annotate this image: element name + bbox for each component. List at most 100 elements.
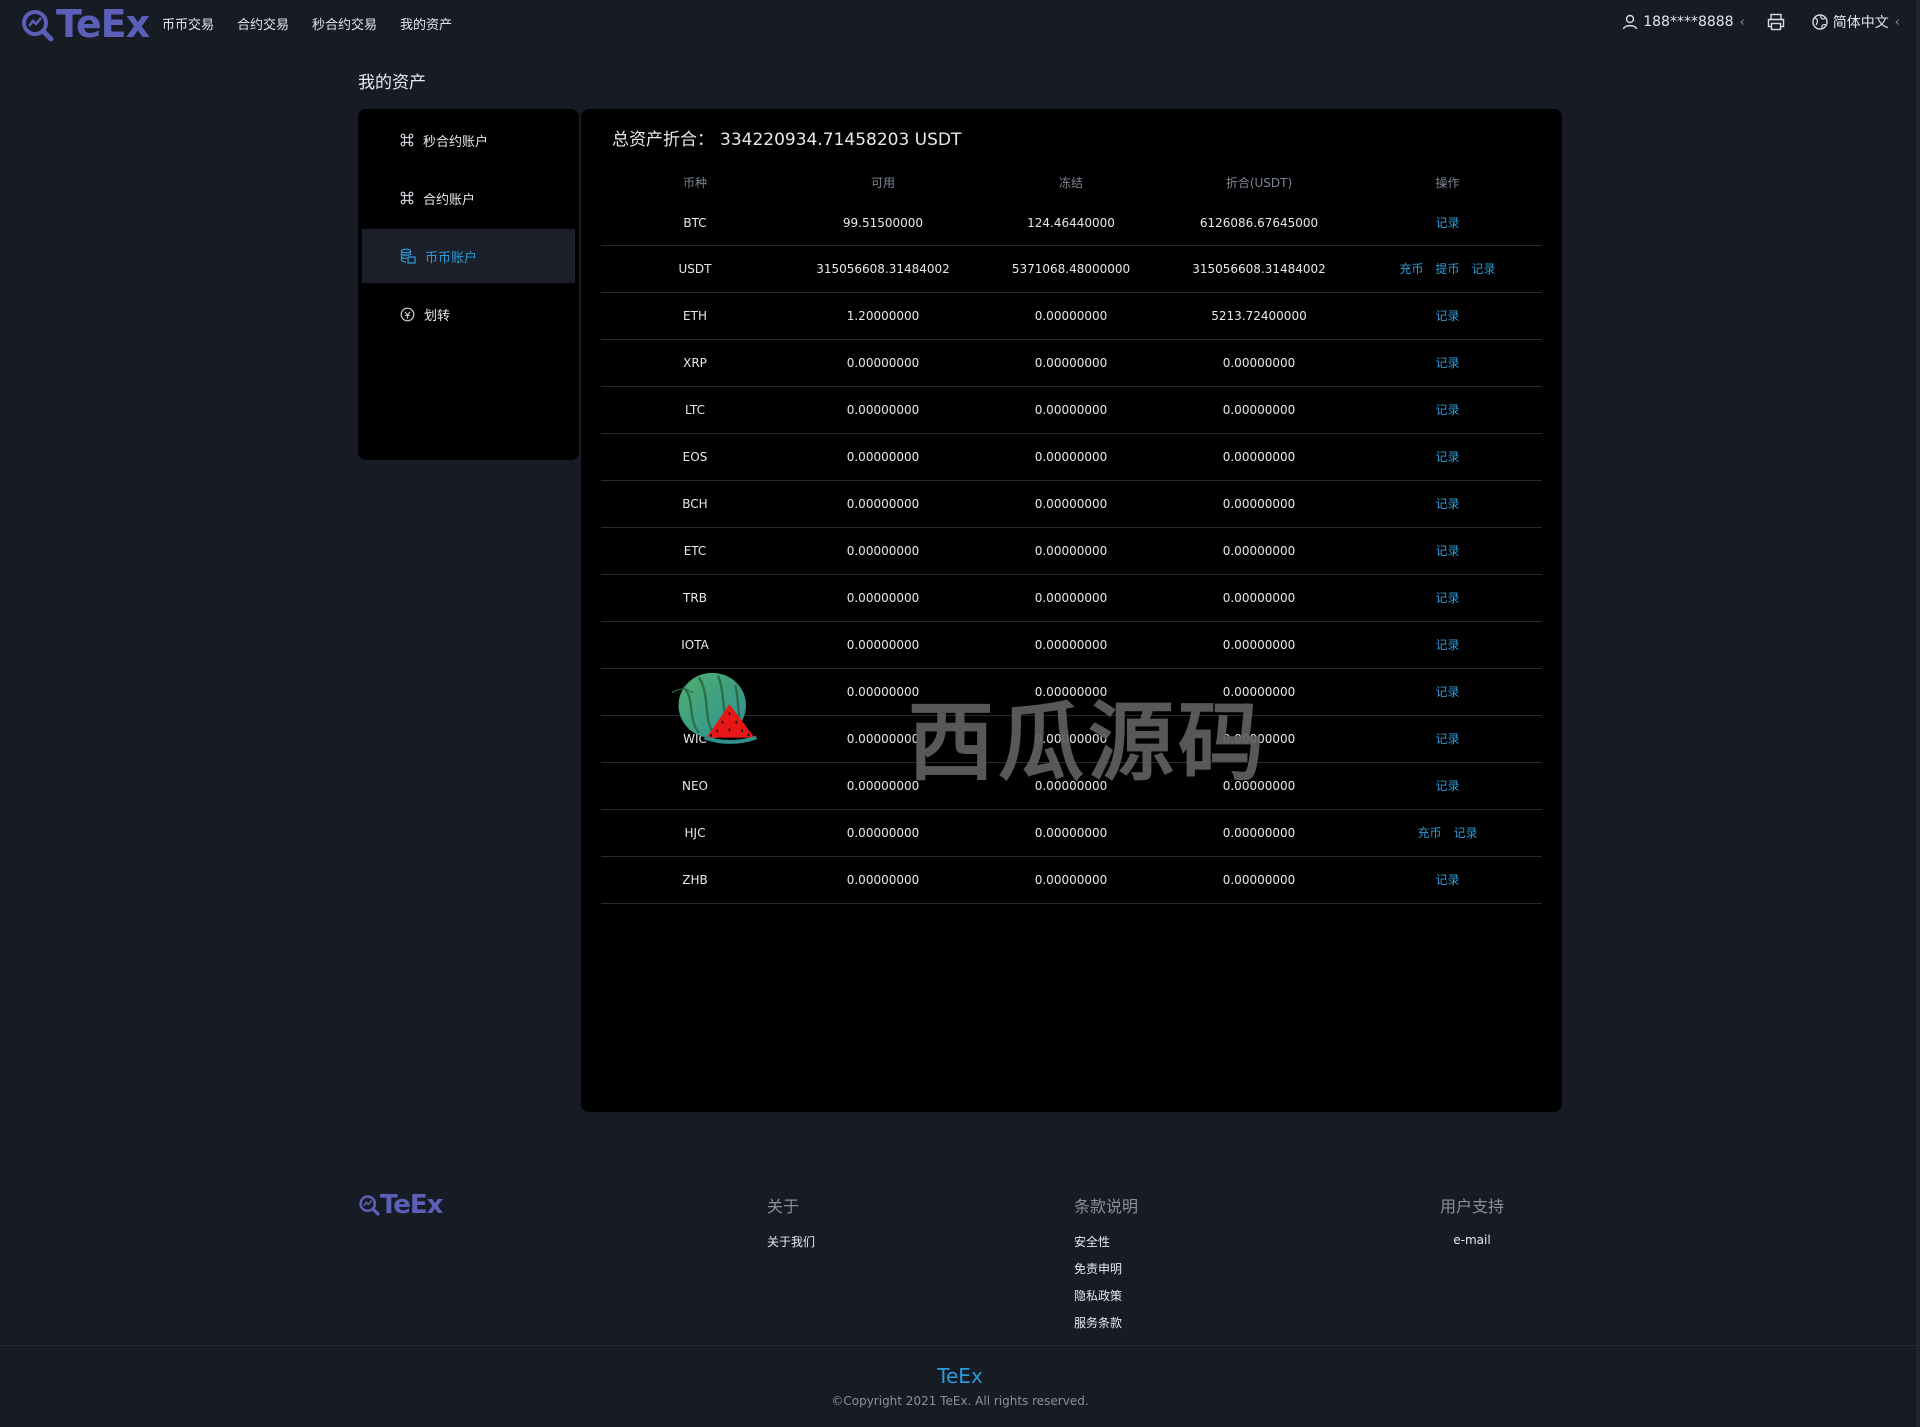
footer-link-disclaimer[interactable]: 免责申明 — [1074, 1260, 1138, 1277]
contract-icon — [400, 191, 414, 205]
frozen-cell: 124.46440000 — [977, 201, 1165, 246]
coin-cell: WIC — [601, 715, 789, 763]
total-assets-value: 334220934.71458203 USDT — [720, 130, 962, 150]
nav-second-contract[interactable]: 秒合约交易 — [312, 14, 377, 33]
language-label: 简体中文 — [1832, 15, 1889, 31]
footer-link-email[interactable]: e-mail — [1440, 1233, 1504, 1247]
asset-panel: 总资产折合： 334220934.71458203 USDT 币种 可用 冻结 折… — [581, 109, 1562, 1112]
record-link[interactable]: 记录 — [1435, 779, 1459, 793]
language-select[interactable]: 简体中文 ‹ — [1812, 12, 1900, 32]
usdt-value-cell: 0.00000000 — [1165, 480, 1353, 528]
available-cell: 0.00000000 — [789, 527, 977, 575]
sidebar-item-transfer[interactable]: 划转 — [362, 287, 575, 341]
nav-spot-trading[interactable]: 币币交易 — [162, 14, 214, 33]
usdt-value-cell: 0.00000000 — [1165, 339, 1353, 387]
usdt-value-cell: 0.00000000 — [1165, 809, 1353, 857]
download-app-button[interactable] — [1767, 13, 1790, 31]
usdt-value-cell: 315056608.31484002 — [1165, 245, 1353, 293]
available-cell: 99.51500000 — [789, 201, 977, 246]
total-assets: 总资产折合： 334220934.71458203 USDT — [612, 125, 961, 150]
deposit-link[interactable]: 充币 — [1417, 826, 1441, 840]
record-link[interactable]: 记录 — [1435, 497, 1459, 511]
record-link[interactable]: 记录 — [1435, 450, 1459, 464]
header-right: 188****8888 ‹ 简体中文 ‹ — [1600, 12, 1900, 32]
actions-cell: 记录 — [1353, 668, 1542, 716]
table-row: ETH 1.20000000 0.00000000 5213.72400000 记录 — [601, 292, 1542, 340]
table-row: HJC 0.00000000 0.00000000 0.00000000 充币 记录 — [601, 809, 1542, 857]
page-scrollbar[interactable] — [1916, 0, 1920, 1427]
asset-table-body: BTC 99.51500000 124.46440000 6126086.676450… — [601, 201, 1542, 904]
frozen-cell: 5371068.48000000 — [977, 245, 1165, 293]
wallet-icon — [400, 248, 416, 264]
sidebar-item-second-contract-account[interactable]: 秒合约账户 — [362, 113, 575, 167]
actions-cell: 记录 — [1353, 621, 1542, 669]
footer-logo[interactable]: TeEx — [358, 1190, 443, 1220]
record-link[interactable]: 记录 — [1435, 356, 1459, 370]
deposit-link[interactable]: 充币 — [1399, 262, 1423, 276]
sidebar-item-spot-account[interactable]: 币币账户 — [362, 229, 575, 283]
nav-my-assets[interactable]: 我的资产 — [400, 14, 452, 33]
footer-column-title: 用户支持 — [1440, 1197, 1505, 1216]
usdt-value-cell: 0.00000000 — [1165, 433, 1353, 481]
coin-cell: LTC — [601, 386, 789, 434]
record-link[interactable]: 记录 — [1454, 826, 1478, 840]
table-row: EOS 0.00000000 0.00000000 0.00000000 记录 — [601, 433, 1542, 481]
actions-cell: 记录 — [1353, 339, 1542, 387]
table-header-row: 币种 可用 冻结 折合(USDT) 操作 — [601, 163, 1542, 201]
table-row: LTC 0.00000000 0.00000000 0.00000000 记录 — [601, 386, 1542, 434]
record-link[interactable]: 记录 — [1435, 638, 1459, 652]
table-row: ZHB 0.00000000 0.00000000 0.00000000 记录 — [601, 856, 1542, 904]
column-header-usdt-value: 折合(USDT) — [1225, 175, 1293, 190]
record-link[interactable]: 记录 — [1435, 216, 1459, 230]
record-link[interactable]: 记录 — [1435, 403, 1459, 417]
user-menu[interactable]: 188****8888 ‹ — [1622, 14, 1745, 30]
coin-cell: IOTA — [601, 621, 789, 669]
record-link[interactable]: 记录 — [1435, 309, 1459, 323]
page-title: 我的资产 — [358, 73, 426, 93]
coin-cell: SN — [601, 668, 789, 716]
footer-link-about-us[interactable]: 关于我们 — [767, 1233, 815, 1250]
record-link[interactable]: 记录 — [1435, 685, 1459, 699]
nav-contract-trading[interactable]: 合约交易 — [237, 14, 289, 33]
usdt-value-cell: 0.00000000 — [1165, 574, 1353, 622]
footer-link-terms[interactable]: 服务条款 — [1074, 1314, 1138, 1331]
table-row: TRB 0.00000000 0.00000000 0.00000000 记录 — [601, 574, 1542, 622]
footer-link-privacy[interactable]: 隐私政策 — [1074, 1287, 1138, 1304]
footer-about-column: 关于 关于我们 — [767, 1193, 815, 1260]
frozen-cell: 0.00000000 — [977, 621, 1165, 669]
table-row: USDT 315056608.31484002 5371068.48000000 31… — [601, 245, 1542, 293]
available-cell: 0.00000000 — [789, 386, 977, 434]
footer-support-column: 用户支持 e-mail — [1440, 1193, 1504, 1257]
column-header-actions: 操作 — [1435, 175, 1460, 190]
available-cell: 0.00000000 — [789, 480, 977, 528]
actions-cell: 记录 — [1353, 527, 1542, 575]
transfer-icon — [400, 307, 415, 321]
footer-terms-column: 条款说明 安全性 免责申明 隐私政策 服务条款 — [1074, 1193, 1138, 1341]
available-cell: 1.20000000 — [789, 292, 977, 340]
available-cell: 0.00000000 — [789, 856, 977, 904]
record-link[interactable]: 记录 — [1435, 732, 1459, 746]
record-link[interactable]: 记录 — [1472, 262, 1496, 276]
withdraw-link[interactable]: 提币 — [1435, 262, 1459, 276]
account-sidebar: 秒合约账户 合约账户 币币账户 划转 — [358, 109, 579, 460]
logo-magnifier-icon — [20, 7, 54, 42]
footer-link-security[interactable]: 安全性 — [1074, 1233, 1138, 1250]
record-link[interactable]: 记录 — [1435, 544, 1459, 558]
coin-cell: TRB — [601, 574, 789, 622]
usdt-value-cell: 5213.72400000 — [1165, 292, 1353, 340]
logo[interactable]: TeEx — [20, 2, 150, 46]
frozen-cell: 0.00000000 — [977, 527, 1165, 575]
footer-brand: TeEx — [937, 1364, 983, 1388]
frozen-cell: 0.00000000 — [977, 809, 1165, 857]
frozen-cell: 0.00000000 — [977, 292, 1165, 340]
chevron-left-icon: ‹ — [1739, 14, 1745, 30]
top-header: TeEx 币币交易 合约交易 秒合约交易 我的资产 188****8888 ‹ … — [0, 0, 1920, 46]
coin-cell: BCH — [601, 480, 789, 528]
coin-cell: EOS — [601, 433, 789, 481]
record-link[interactable]: 记录 — [1435, 873, 1459, 887]
actions-cell: 充币 提币 记录 — [1353, 245, 1542, 293]
record-link[interactable]: 记录 — [1435, 591, 1459, 605]
sidebar-item-contract-account[interactable]: 合约账户 — [362, 171, 575, 225]
available-cell: 0.00000000 — [789, 339, 977, 387]
column-header-frozen: 冻结 — [1058, 175, 1083, 190]
